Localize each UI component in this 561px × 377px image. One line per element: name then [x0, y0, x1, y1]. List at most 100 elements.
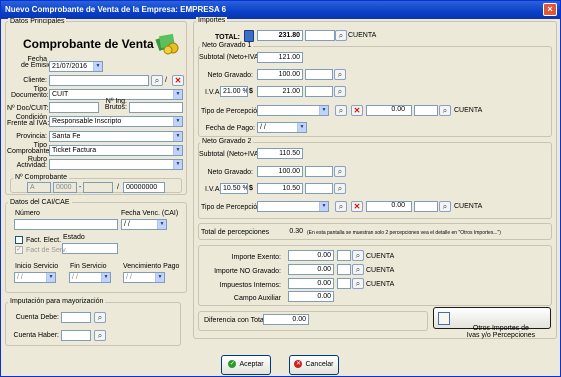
search-icon[interactable]: ⌕ [439, 105, 451, 116]
search-icon[interactable]: ⌕ [335, 201, 347, 212]
search-icon[interactable]: ⌕ [352, 250, 364, 261]
nro-ing-brutos-field[interactable] [129, 102, 183, 113]
search-icon[interactable]: ⌕ [352, 264, 364, 275]
percepciones-note: (En esta pantalla se muestran solo 2 per… [307, 230, 501, 236]
fecha-venc-picker[interactable]: / / ▼ [121, 219, 167, 230]
cliente-field[interactable] [49, 75, 149, 86]
impuestos-internos-field[interactable]: 0.00 [288, 278, 334, 289]
ng1-iva-field[interactable]: 21.00 [257, 86, 303, 97]
search-icon[interactable]: ⌕ [151, 75, 163, 86]
delete-icon[interactable]: ✕ [351, 201, 363, 212]
cuenta-debe-field[interactable] [61, 312, 91, 323]
nro-doc-label: Nº Doc/CUIT: [7, 105, 49, 112]
letra-field[interactable]: A [27, 182, 51, 193]
delete-icon[interactable]: ✕ [172, 75, 184, 86]
window: Nuevo Comprobante de Venta de la Empresa… [0, 0, 561, 377]
no-gravado-cuenta-field[interactable] [337, 264, 351, 275]
internos-cuenta-field[interactable] [337, 278, 351, 289]
total-percepciones-label: Total de percepciones [201, 229, 270, 236]
campo-auxiliar-field[interactable]: 0.00 [288, 291, 334, 302]
otros-importes-button[interactable]: Otros Importes de Ivas y/o Percepciones [433, 307, 551, 339]
cuenta-haber-field[interactable] [61, 330, 91, 341]
ng2-percepcion-value: 0.00 [391, 202, 405, 209]
ng2-percepcion-select[interactable]: ▼ [257, 201, 329, 212]
venc-pago-picker[interactable]: / / ▼ [123, 272, 165, 283]
ng2-neto-cuenta-field[interactable] [305, 166, 333, 177]
nro-ing-brutos-label: Nº Ing. Brutos: [104, 98, 127, 111]
exento-cuenta-field[interactable] [337, 250, 351, 261]
search-icon[interactable]: ⌕ [334, 86, 346, 97]
total-cuenta-field[interactable] [305, 30, 335, 41]
fin-servicio-picker[interactable]: / / ▼ [69, 272, 111, 283]
search-icon[interactable]: ⌕ [94, 330, 106, 341]
punto-venta-field[interactable]: 0000 [53, 182, 77, 193]
cancelar-button[interactable]: ✕ Cancelar [289, 355, 339, 375]
ng1-iva-rate-field[interactable]: 21.00 % [220, 86, 248, 97]
ng2-iva-field[interactable]: 10.50 [257, 183, 303, 194]
fact-elect-checkbox[interactable] [15, 236, 23, 244]
importe-no-gravado-field[interactable]: 0.00 [288, 264, 334, 275]
close-button[interactable]: × [543, 3, 557, 16]
imputacion-title: Imputación para mayorización [8, 298, 106, 305]
ng1-iva-label: I.V.A [205, 89, 220, 96]
ng2-neto-field[interactable]: 100.00 [257, 166, 303, 177]
cai-numero-field[interactable] [14, 219, 118, 230]
chevron-down-icon: ▼ [173, 160, 182, 169]
diferencia-field[interactable]: 0.00 [263, 314, 309, 325]
ng1-percepcion-cuenta-field[interactable] [414, 105, 438, 116]
fecha-venc-value: / / [124, 221, 130, 228]
ng1-neto-cuenta-field[interactable] [305, 69, 333, 80]
fecha-emision-picker[interactable]: 21/07/2016 ▼ [49, 61, 103, 72]
ng1-neto-field[interactable]: 100.00 [257, 69, 303, 80]
window-title: Nuevo Comprobante de Venta de la Empresa… [5, 5, 227, 14]
ng2-iva-cuenta-field[interactable] [305, 183, 333, 194]
search-icon[interactable]: ⌕ [335, 105, 347, 116]
inicio-servicio-picker[interactable]: / / ▼ [14, 272, 56, 283]
search-icon[interactable]: ⌕ [439, 201, 451, 212]
provincia-select[interactable]: Santa Fe ▼ [49, 131, 183, 142]
fin-servicio-value: / / [72, 274, 78, 281]
search-icon[interactable]: ⌕ [352, 278, 364, 289]
fact-elect-label: Fact. Elect. [26, 237, 62, 244]
estado-field[interactable] [62, 243, 118, 254]
ng1-fecha-pago-picker[interactable]: / / ▼ [257, 122, 307, 133]
delete-icon[interactable]: ✕ [351, 105, 363, 116]
total-field[interactable]: 231.80 [257, 30, 303, 41]
campo-auxiliar-label: Campo Auxiliar [233, 295, 281, 302]
rubro-select[interactable]: ▼ [49, 159, 183, 170]
search-icon[interactable]: ⌕ [335, 30, 347, 41]
tipo-comprobante-select[interactable]: Ticket Factura ▼ [49, 145, 183, 156]
search-icon[interactable]: ⌕ [94, 312, 106, 323]
ng1-subtotal-field[interactable]: 121.00 [257, 52, 303, 63]
punto-venta-2-field[interactable] [83, 182, 113, 193]
cuenta-label: CUENTA [454, 107, 483, 114]
ng2-percepcion-cuenta-field[interactable] [414, 201, 438, 212]
ng1-subtotal-label: Subtotal (Neto+IVA): [199, 54, 263, 61]
tipo-comprobante-label: Tipo Comprobante: [7, 142, 52, 155]
condicion-iva-value: Responsable Inscripto [52, 118, 122, 125]
ng1-iva-cuenta-field[interactable] [305, 86, 333, 97]
tipo-comprobante-value: Ticket Factura [52, 147, 97, 154]
cai-title: Datos del CAI/CAE [8, 199, 72, 206]
search-icon[interactable]: ⌕ [334, 166, 346, 177]
nro-doc-field[interactable] [49, 102, 99, 113]
search-icon[interactable]: ⌕ [334, 183, 346, 194]
provincia-value: Santa Fe [52, 133, 81, 140]
cuenta-label: CUENTA [366, 281, 395, 288]
ng2-subtotal-field[interactable]: 110.50 [257, 148, 303, 159]
ng2-iva-rate-field[interactable]: 10.50 % [220, 183, 248, 194]
fact-serv-label: Fact de Serv. [26, 247, 68, 254]
ng1-fecha-pago-value: / / [260, 124, 266, 131]
importe-exento-field[interactable]: 0.00 [288, 250, 334, 261]
ng1-percepcion-select[interactable]: ▼ [257, 105, 329, 116]
importes-title: Importes [196, 17, 228, 24]
calculator-icon[interactable] [244, 30, 254, 42]
ng2-subtotal-label: Subtotal (Neto+IVA): [199, 151, 263, 158]
numero-field[interactable]: 00000000 [123, 182, 165, 193]
importe-exento-label: Importe Exento: [231, 254, 281, 261]
aceptar-button[interactable]: ✓ Aceptar [221, 355, 271, 375]
condicion-iva-select[interactable]: Responsable Inscripto ▼ [49, 116, 183, 127]
fact-serv-checkbox[interactable]: ✓ [15, 246, 23, 254]
ng2-percepcion-label: Tipo de Percepción: [201, 204, 263, 211]
search-icon[interactable]: ⌕ [334, 69, 346, 80]
